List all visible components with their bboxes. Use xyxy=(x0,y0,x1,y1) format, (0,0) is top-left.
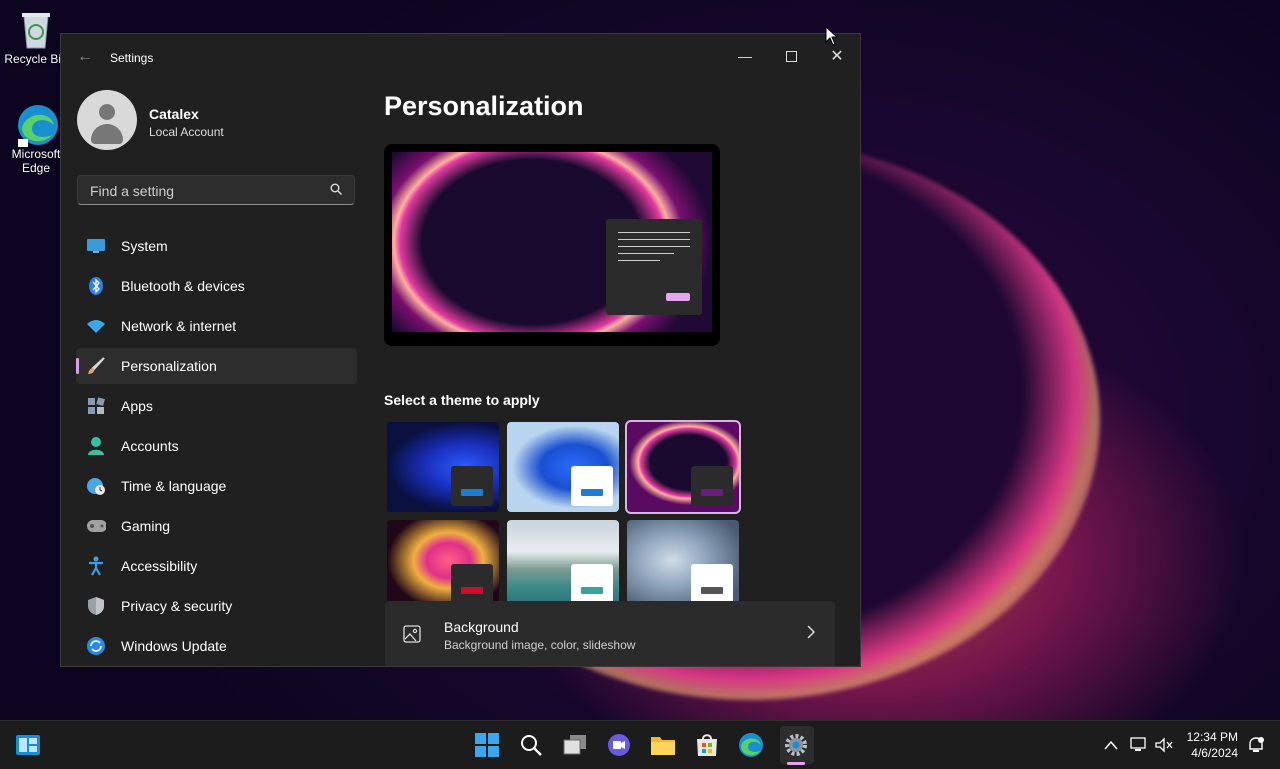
apps-icon xyxy=(86,396,106,416)
sidebar-item-accounts[interactable]: Accounts xyxy=(76,428,357,464)
sidebar-item-network[interactable]: Network & internet xyxy=(76,308,357,344)
avatar[interactable] xyxy=(77,90,137,150)
settings-taskbar-icon[interactable] xyxy=(782,731,810,759)
network-icon[interactable] xyxy=(1125,731,1153,759)
minimize-button[interactable]: — xyxy=(722,40,768,72)
chevron-up-icon[interactable] xyxy=(1097,731,1125,759)
widgets-icon[interactable] xyxy=(14,731,42,759)
page-title: Personalization xyxy=(384,91,584,121)
start-button[interactable] xyxy=(473,731,501,759)
account-name: Catalex xyxy=(149,106,199,122)
clock-date: 4/6/2024 xyxy=(1191,746,1238,760)
maximize-icon xyxy=(785,50,797,62)
globe-clock-icon xyxy=(86,476,106,496)
search-icon[interactable] xyxy=(330,183,342,198)
search-input[interactable] xyxy=(88,182,322,200)
system-icon xyxy=(86,236,106,256)
wifi-icon xyxy=(86,316,106,336)
image-icon xyxy=(403,625,421,648)
theme-captured-motion[interactable] xyxy=(387,520,499,610)
theme-windows-dark[interactable] xyxy=(387,422,499,512)
shield-icon xyxy=(86,596,106,616)
sidebar-item-bluetooth[interactable]: Bluetooth & devices xyxy=(76,268,357,304)
sidebar-item-system[interactable]: System xyxy=(76,228,357,264)
close-button[interactable]: ✕ xyxy=(814,40,860,72)
theme-sunrise[interactable] xyxy=(507,520,619,610)
volume-muted-icon[interactable] xyxy=(1150,731,1178,759)
settings-window: ← Settings — ✕ Catalex Local Account Sys… xyxy=(60,33,861,667)
sidebar-item-privacy[interactable]: Privacy & security xyxy=(76,588,357,624)
sidebar-item-apps[interactable]: Apps xyxy=(76,388,357,424)
theme-section-label: Select a theme to apply xyxy=(384,392,540,408)
account-type: Local Account xyxy=(149,125,224,139)
clock-time: 12:34 PM xyxy=(1186,730,1238,744)
theme-flow[interactable] xyxy=(627,520,739,610)
sidebar-nav: System Bluetooth & devices Network & int… xyxy=(76,228,357,666)
gamepad-icon xyxy=(86,516,106,536)
background-row-title: Background xyxy=(444,619,519,635)
desktop-icon-label: Microsoft Edge xyxy=(11,147,61,175)
title-bar[interactable]: ← Settings — ✕ xyxy=(61,34,860,82)
running-indicator xyxy=(787,762,805,765)
theme-windows-light[interactable] xyxy=(507,422,619,512)
background-row-subtitle: Background image, color, slideshow xyxy=(444,638,636,652)
theme-preview xyxy=(384,144,720,346)
accounts-icon xyxy=(86,436,106,456)
search-icon[interactable] xyxy=(517,731,545,759)
notification-icon[interactable] xyxy=(1242,731,1270,759)
chat-icon[interactable] xyxy=(605,731,633,759)
sidebar-item-time-language[interactable]: Time & language xyxy=(76,468,357,504)
update-icon xyxy=(86,636,106,656)
background-setting-row[interactable]: Background Background image, color, slid… xyxy=(385,601,835,666)
search-box[interactable] xyxy=(77,175,355,205)
file-explorer-icon[interactable] xyxy=(649,731,677,759)
preview-window xyxy=(606,219,702,315)
sidebar-item-personalization[interactable]: Personalization xyxy=(76,348,357,384)
system-clock[interactable]: 12:34 PM 4/6/2024 xyxy=(1178,729,1238,761)
store-icon[interactable] xyxy=(693,731,721,759)
accessibility-icon xyxy=(86,556,106,576)
back-arrow-icon[interactable]: ← xyxy=(77,48,93,66)
window-title: Settings xyxy=(110,51,154,65)
mouse-cursor-icon xyxy=(825,25,839,51)
maximize-button[interactable] xyxy=(768,40,814,72)
sidebar-item-windows-update[interactable]: Windows Update xyxy=(76,628,357,664)
task-view-icon[interactable] xyxy=(561,731,589,759)
recycle-bin-icon xyxy=(16,8,56,49)
sidebar-item-accessibility[interactable]: Accessibility xyxy=(76,548,357,584)
taskbar: 12:34 PM 4/6/2024 xyxy=(0,720,1280,769)
chevron-right-icon xyxy=(807,625,816,642)
brush-icon xyxy=(86,356,106,376)
bluetooth-icon xyxy=(86,276,106,296)
edge-taskbar-icon[interactable] xyxy=(737,731,765,759)
edge-icon xyxy=(16,103,58,147)
sidebar-item-gaming[interactable]: Gaming xyxy=(76,508,357,544)
theme-glow[interactable] xyxy=(625,420,741,514)
